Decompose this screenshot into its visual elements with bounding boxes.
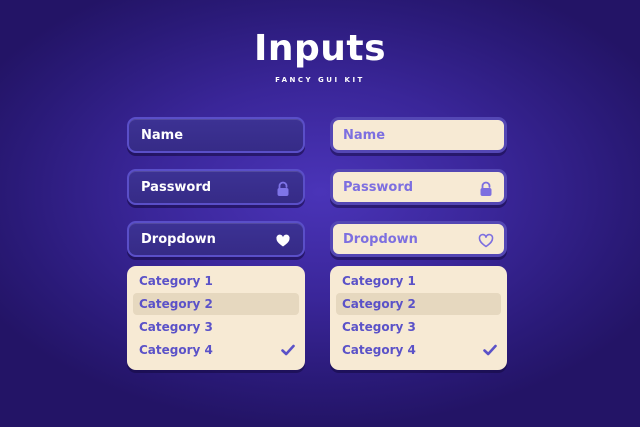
dropdown-menu-dark: Category 1 Category 2 Category 3 Categor… <box>127 266 305 370</box>
page-title: Inputs <box>253 28 387 69</box>
dropdown-light[interactable]: Dropdown <box>330 221 507 257</box>
dropdown-label: Dropdown <box>343 232 418 247</box>
menu-item-label: Category 2 <box>139 297 213 311</box>
menu-item-category-4[interactable]: Category 4 <box>133 339 299 361</box>
menu-item-category-2[interactable]: Category 2 <box>336 293 501 315</box>
menu-item-category-1[interactable]: Category 1 <box>133 270 299 292</box>
name-input-label: Name <box>343 128 386 143</box>
page-subtitle: FANCY GUI KIT <box>275 76 365 84</box>
menu-item-category-2[interactable]: Category 2 <box>133 293 299 315</box>
menu-item-label: Category 3 <box>342 320 416 334</box>
name-input-label: Name <box>141 128 184 143</box>
menu-item-label: Category 4 <box>139 343 213 357</box>
password-input-light[interactable]: Password <box>330 169 507 205</box>
password-input-dark[interactable]: Password <box>127 169 305 205</box>
menu-item-label: Category 3 <box>139 320 213 334</box>
dropdown-menu-light: Category 1 Category 2 Category 3 Categor… <box>330 266 507 370</box>
heart-outline-icon <box>478 233 494 248</box>
check-icon <box>483 344 497 356</box>
lock-icon <box>277 181 289 196</box>
password-input-label: Password <box>343 180 414 195</box>
menu-item-category-4[interactable]: Category 4 <box>336 339 501 361</box>
menu-item-label: Category 1 <box>342 274 416 288</box>
menu-item-label: Category 1 <box>139 274 213 288</box>
lock-icon <box>480 181 492 196</box>
check-icon <box>281 344 295 356</box>
dropdown-label: Dropdown <box>141 232 216 247</box>
dropdown-dark[interactable]: Dropdown <box>127 221 305 257</box>
name-input-dark[interactable]: Name <box>127 117 305 153</box>
menu-item-category-3[interactable]: Category 3 <box>336 316 501 338</box>
password-input-label: Password <box>141 180 212 195</box>
name-input-light[interactable]: Name <box>330 117 507 153</box>
menu-item-label: Category 4 <box>342 343 416 357</box>
menu-item-category-3[interactable]: Category 3 <box>133 316 299 338</box>
menu-item-label: Category 2 <box>342 297 416 311</box>
heart-icon <box>276 234 290 247</box>
menu-item-category-1[interactable]: Category 1 <box>336 270 501 292</box>
